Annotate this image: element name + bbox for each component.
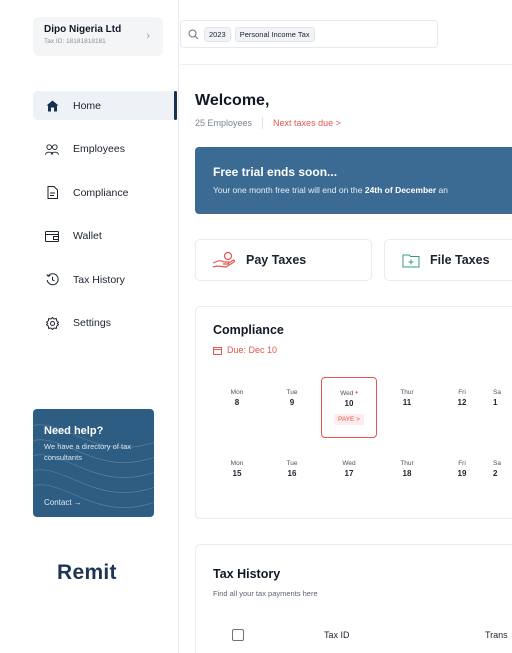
sidebar-item-wallet[interactable]: Wallet — [33, 222, 177, 251]
file-taxes-label: File Taxes — [430, 253, 490, 267]
next-taxes-due-link[interactable]: Next taxes due > — [273, 118, 341, 128]
org-name: Dipo Nigeria Ltd — [44, 24, 122, 35]
wallet-icon — [45, 229, 59, 243]
pay-taxes-button[interactable]: Pay Taxes — [195, 239, 372, 281]
sidebar: Dipo Nigeria Ltd Tax ID: 18181818181 › H… — [0, 0, 179, 653]
search-input[interactable]: 2023 Personal Income Tax — [180, 20, 438, 48]
help-card: Need help? We have a directory of tax co… — [33, 409, 154, 517]
file-taxes-button[interactable]: File Taxes — [384, 239, 512, 281]
trial-text: Your one month free trial will end on th… — [213, 185, 449, 195]
org-tax-id: Tax ID: 18181818181 — [44, 38, 106, 45]
calendar-day[interactable]: Tue 9 — [264, 389, 320, 407]
help-text: We have a directory of tax consultants — [44, 442, 131, 462]
filter-chip-tax-type[interactable]: Personal Income Tax — [234, 26, 315, 42]
calendar-day[interactable]: Tue 16 — [264, 460, 320, 478]
org-switcher[interactable]: Dipo Nigeria Ltd Tax ID: 18181818181 › — [33, 17, 163, 56]
trial-banner: Free trial ends soon... Your one month f… — [195, 147, 512, 214]
sidebar-item-label: Settings — [73, 317, 111, 329]
due-dot-icon: • — [355, 388, 358, 397]
top-bar: 2023 Personal Income Tax — [180, 0, 512, 65]
sidebar-item-settings[interactable]: Settings — [33, 309, 177, 338]
compliance-title: Compliance — [213, 323, 284, 337]
sidebar-nav: Home Employees Compliance Wallet Tax His… — [33, 91, 177, 352]
calendar-day[interactable]: Fri 19 — [434, 460, 490, 478]
sidebar-item-employees[interactable]: Employees — [33, 135, 177, 164]
folder-plus-icon — [402, 254, 420, 267]
contact-link[interactable]: Contact → — [44, 498, 82, 507]
compliance-card: Compliance Due: Dec 10 Mon 8 Tue 9 Wed •… — [195, 306, 512, 519]
sidebar-item-label: Employees — [73, 143, 125, 155]
employee-count: 25 Employees — [195, 118, 253, 128]
sidebar-item-home[interactable]: Home — [33, 91, 177, 120]
search-icon — [188, 29, 199, 39]
column-header-tax-id[interactable]: Tax ID — [324, 630, 350, 640]
sidebar-item-label: Wallet — [73, 230, 102, 242]
calendar-icon — [213, 346, 222, 355]
calendar-day[interactable]: Thur 18 — [379, 460, 435, 478]
document-icon — [45, 186, 59, 200]
page-title: Welcome, — [195, 92, 270, 109]
calendar-day[interactable]: Fri 12 — [434, 389, 490, 407]
hand-coin-icon — [212, 251, 236, 268]
trial-title: Free trial ends soon... — [213, 165, 338, 179]
remit-logo: Remit — [57, 561, 117, 584]
divider — [262, 117, 264, 129]
calendar-day[interactable]: Mon 15 — [209, 460, 265, 478]
calendar-day[interactable]: Sa 2 — [483, 460, 512, 478]
select-all-checkbox[interactable] — [232, 629, 244, 641]
history-icon — [45, 273, 59, 287]
pay-taxes-label: Pay Taxes — [246, 253, 307, 267]
sidebar-item-label: Tax History — [73, 273, 125, 286]
help-title: Need help? — [44, 425, 104, 437]
calendar-day-selected[interactable]: Wed • 10 PAYE > — [321, 377, 377, 438]
users-icon — [45, 142, 59, 156]
sidebar-item-label: Compliance — [73, 186, 129, 199]
welcome-subline: 25 Employees Next taxes due > — [195, 117, 341, 129]
calendar-day[interactable]: Mon 8 — [209, 389, 265, 407]
calendar-day[interactable]: Wed 17 — [321, 460, 377, 478]
tax-history-card: Tax History Find all your tax payments h… — [195, 544, 512, 653]
sidebar-item-compliance[interactable]: Compliance — [33, 178, 177, 207]
tax-history-title: Tax History — [213, 567, 281, 581]
sidebar-item-tax-history[interactable]: Tax History — [33, 265, 177, 294]
calendar-day[interactable]: Thur 11 — [379, 389, 435, 407]
calendar-day[interactable]: Sa 1 — [483, 389, 512, 407]
paye-tag[interactable]: PAYE > — [334, 414, 364, 425]
sidebar-item-label: Home — [73, 99, 102, 112]
column-header-transaction[interactable]: Trans — [485, 630, 508, 640]
filter-chip-year[interactable]: 2023 — [204, 26, 231, 42]
gear-icon — [45, 316, 59, 330]
compliance-due: Due: Dec 10 — [213, 345, 277, 355]
chevron-right-icon: › — [146, 30, 150, 42]
home-icon — [45, 99, 59, 113]
tax-history-subtitle: Find all your tax payments here — [213, 589, 318, 598]
